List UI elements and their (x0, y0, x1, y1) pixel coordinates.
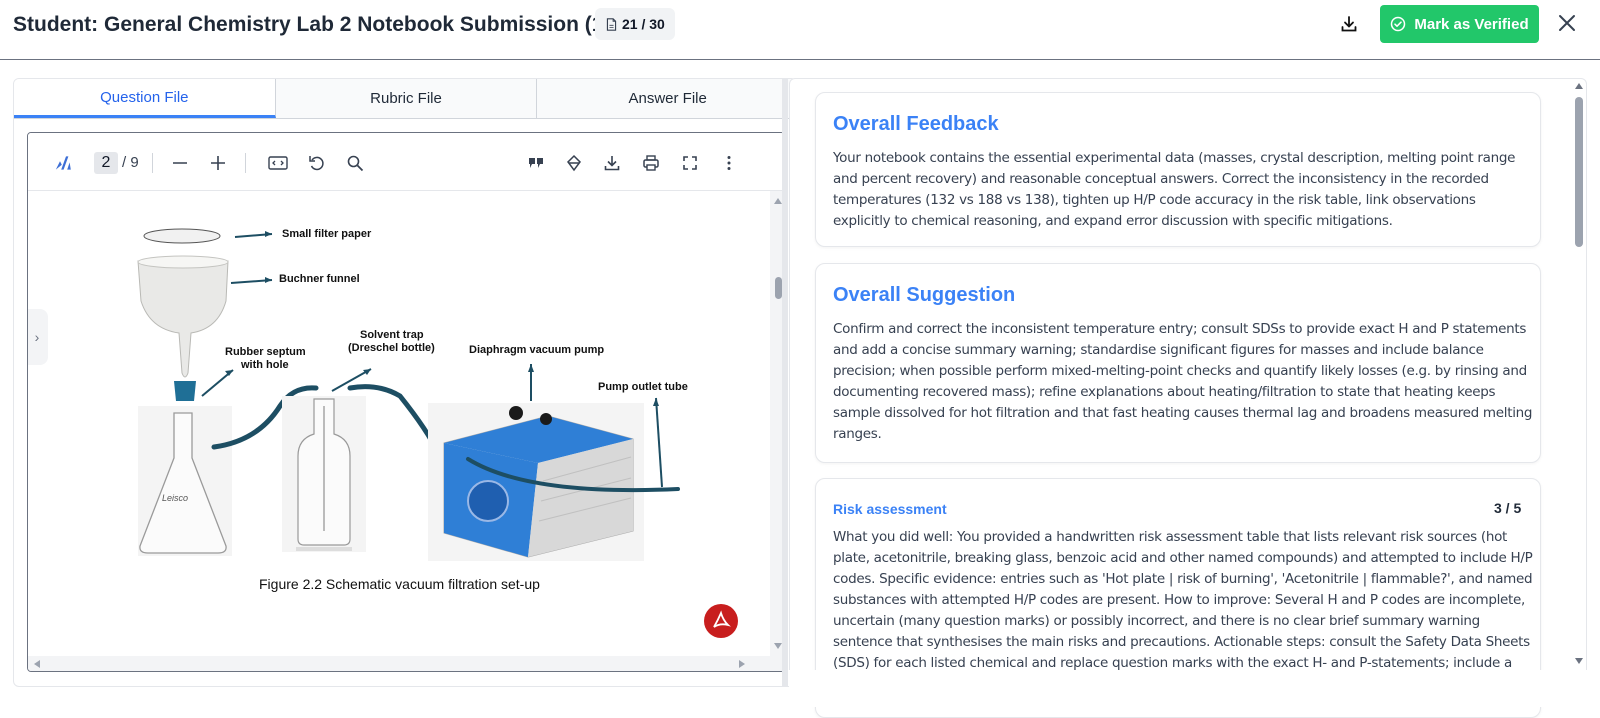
mark-as-verified-button[interactable]: Mark as Verified (1380, 5, 1539, 43)
sidebar-toggle[interactable]: › (28, 309, 48, 365)
tab-question-file[interactable]: Question File (14, 79, 276, 118)
overall-feedback-card: Overall Feedback Your notebook contains … (815, 92, 1541, 247)
download-icon[interactable] (1338, 13, 1360, 35)
acrobat-icon[interactable] (704, 604, 738, 638)
page-number-input[interactable] (94, 152, 118, 174)
more-icon[interactable] (718, 152, 740, 174)
label-buchner-funnel: Buchner funnel (279, 273, 360, 285)
toolbar-divider (245, 153, 246, 173)
tab-answer-file[interactable]: Answer File (537, 79, 796, 118)
label-pump-outlet-tube: Pump outlet tube (598, 381, 688, 393)
print-icon[interactable] (640, 152, 662, 174)
file-icon (606, 17, 617, 31)
label-small-filter-paper: Small filter paper (282, 228, 372, 240)
close-icon[interactable] (1554, 10, 1580, 36)
filter-paper-illustration (143, 228, 221, 244)
label-with-hole: with hole (240, 359, 289, 371)
file-viewer-panel: Question File Rubric File Answer File / … (13, 78, 797, 687)
overall-suggestion-text: Confirm and correct the inconsistent tem… (833, 321, 1533, 442)
page-count: 21 / 30 (622, 16, 665, 32)
scroll-thumb[interactable] (1575, 97, 1583, 247)
figure-caption: Figure 2.2 Schematic vacuum filtration s… (259, 576, 540, 592)
flask-brand-mark: Leisco (162, 493, 188, 503)
overall-suggestion-card: Overall Suggestion Confirm and correct t… (815, 263, 1541, 463)
criterion-name: Risk assessment (833, 501, 947, 517)
header: Student: General Chemistry Lab 2 Noteboo… (0, 0, 1600, 60)
pdf-toolbar: / 9 (28, 133, 784, 191)
scroll-down-arrow[interactable] (1575, 658, 1583, 664)
label-dreschel-bottle: (Dreschel bottle) (348, 342, 435, 354)
pdf-page: Small filter paper Buchner funnel Rubber… (28, 191, 770, 656)
zoom-out-icon[interactable] (169, 152, 191, 174)
page-count-badge: 21 / 30 (595, 8, 675, 40)
check-circle-icon (1391, 16, 1406, 32)
buchner-funnel-illustration (137, 260, 229, 378)
panel-bottom-mask (789, 670, 1587, 707)
toolbar-divider (152, 153, 153, 173)
file-tabs: Question File Rubric File Answer File (14, 79, 796, 119)
fit-width-icon[interactable] (266, 152, 290, 174)
rubber-septum-illustration (174, 381, 196, 401)
comment-icon[interactable] (525, 152, 547, 174)
search-icon[interactable] (344, 152, 366, 174)
label-rubber-septum: Rubber septum (225, 346, 306, 358)
scroll-up-arrow[interactable] (774, 198, 782, 204)
scroll-down-arrow[interactable] (774, 643, 782, 649)
highlight-icon[interactable] (563, 152, 585, 174)
download-icon[interactable] (601, 152, 623, 174)
zoom-in-icon[interactable] (207, 152, 229, 174)
pdf-viewer: / 9 (27, 132, 785, 672)
total-pages: / 9 (122, 154, 139, 171)
fullscreen-icon[interactable] (679, 152, 701, 174)
tab-rubric-file[interactable]: Rubric File (275, 79, 538, 118)
overall-feedback-text: Your notebook contains the essential exp… (833, 150, 1516, 229)
overall-feedback-title: Overall Feedback (833, 113, 999, 135)
chevron-right-icon: › (34, 329, 40, 345)
feedback-scrollbar[interactable] (1571, 79, 1587, 687)
scroll-left-arrow[interactable] (34, 660, 40, 668)
rotate-icon[interactable] (306, 152, 328, 174)
scroll-thumb[interactable] (775, 277, 782, 299)
scroll-up-arrow[interactable] (1575, 83, 1583, 89)
label-solvent-trap: Solvent trap (360, 329, 424, 341)
adobe-logo-icon (48, 149, 78, 177)
criterion-score: 3 / 5 (1494, 500, 1522, 516)
pdf-horizontal-scrollbar[interactable] (28, 656, 784, 671)
panel-resize-handle[interactable] (782, 78, 788, 687)
mark-as-verified-label: Mark as Verified (1414, 15, 1529, 33)
overall-suggestion-title: Overall Suggestion (833, 284, 1016, 306)
label-diaphragm-pump: Diaphragm vacuum pump (469, 344, 604, 356)
page-title: Student: General Chemistry Lab 2 Noteboo… (13, 13, 611, 36)
scroll-right-arrow[interactable] (739, 660, 745, 668)
